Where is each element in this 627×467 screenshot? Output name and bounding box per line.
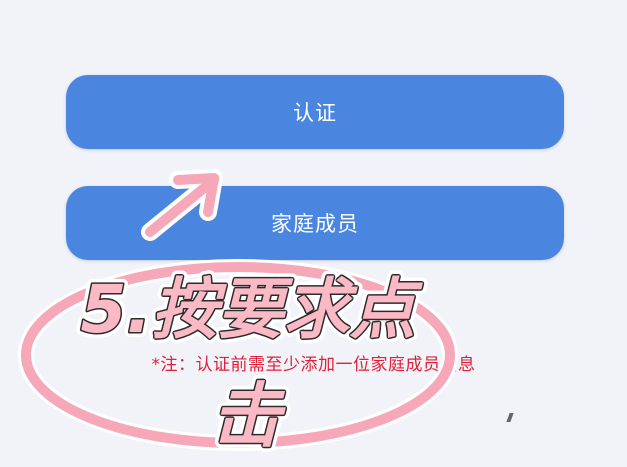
verification-note: *注：认证前需至少添加一位家庭成员信息 [151,355,476,375]
verify-button-label: 认证 [293,101,337,125]
family-members-button-label: 家庭成员 [271,212,359,236]
annotation-line1: 5.按要求点 [81,271,424,348]
annotation-line1-outline: 5.按要求点 [81,271,424,348]
annotation-line2: 击 [211,375,286,457]
annotation-line2-outline: 击 [211,375,286,457]
verify-button[interactable]: 认证 [66,75,564,149]
family-members-button[interactable]: 家庭成员 [66,186,564,260]
mouse-cursor-icon [506,413,514,422]
